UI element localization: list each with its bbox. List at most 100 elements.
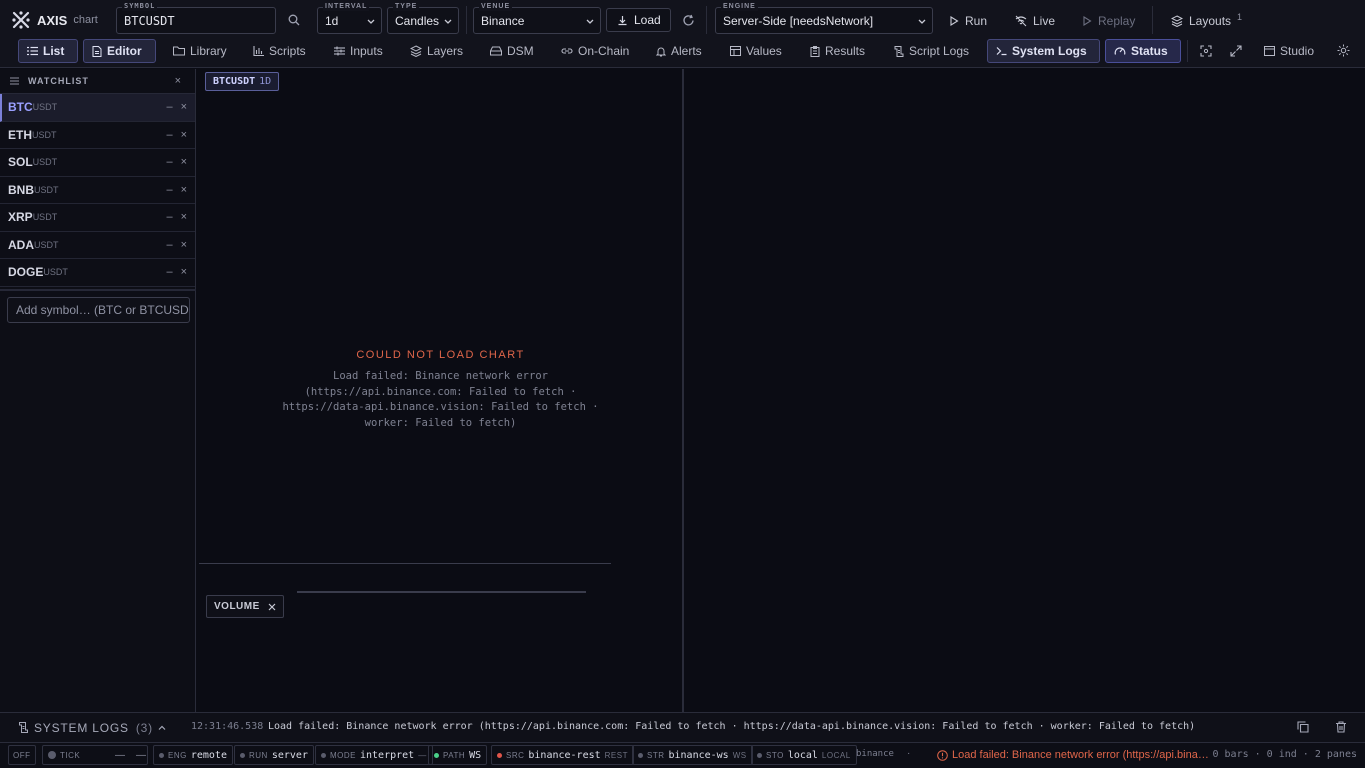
chart-interval: 1D: [259, 76, 272, 87]
divider: [1187, 40, 1188, 62]
minimize-icon[interactable]: –: [166, 266, 172, 278]
live-button[interactable]: Live: [1015, 9, 1055, 32]
tab-dsm[interactable]: DSM: [482, 40, 542, 62]
expand-icon[interactable]: [1230, 45, 1242, 57]
tab-layers[interactable]: Layers: [402, 40, 471, 62]
add-symbol-input[interactable]: [7, 297, 190, 323]
alert-circle-icon: [937, 749, 948, 761]
focus-icon[interactable]: [1200, 45, 1212, 57]
tab-system-logs[interactable]: System Logs: [987, 39, 1100, 63]
search-icon[interactable]: [288, 14, 300, 26]
chevron-down-icon: [367, 17, 375, 25]
type-select[interactable]: TYPE Candles: [387, 2, 459, 34]
mode-value: interpret: [360, 749, 415, 761]
tab-label: System Logs: [1012, 44, 1087, 58]
load-button[interactable]: Load: [606, 8, 671, 32]
tab-label: DSM: [507, 44, 534, 58]
gauge-icon: [1114, 46, 1126, 56]
tab-library[interactable]: Library: [165, 40, 235, 62]
close-icon[interactable]: ×: [181, 101, 187, 113]
tab-label: List: [43, 44, 65, 58]
live-label: Live: [1033, 13, 1056, 28]
studio-button[interactable]: Studio: [1256, 40, 1322, 62]
close-icon[interactable]: ×: [175, 75, 181, 87]
scroll-icon: [18, 722, 29, 733]
src-key: SRC: [506, 750, 525, 760]
watchlist-item-btc[interactable]: BTC USDT – ×: [0, 94, 195, 122]
close-icon[interactable]: [268, 603, 276, 611]
secondary-chart-pane[interactable]: [686, 69, 1365, 712]
tab-scripts[interactable]: Scripts: [245, 40, 314, 62]
tab-values[interactable]: Values: [722, 40, 790, 62]
system-logs-count: (3): [135, 720, 153, 735]
engine-select[interactable]: ENGINE Server-Side [needsNetwork]: [715, 2, 933, 34]
tab-script-logs[interactable]: Script Logs: [886, 40, 977, 62]
close-icon[interactable]: ×: [181, 156, 187, 168]
tab-on-chain[interactable]: On-Chain: [553, 40, 637, 62]
chart-symbol-chip[interactable]: BTCUSDT 1D: [205, 72, 280, 91]
status-dot: [159, 752, 164, 758]
copy-icon[interactable]: [1297, 721, 1309, 733]
minimize-icon[interactable]: –: [166, 101, 172, 113]
sto-value: local: [787, 749, 818, 761]
symbol-quote: USDT: [32, 102, 58, 113]
close-icon[interactable]: ×: [181, 239, 187, 251]
watchlist-item-sol[interactable]: SOL USDT – ×: [0, 149, 195, 177]
tab-editor[interactable]: Editor: [83, 39, 156, 63]
close-icon[interactable]: ×: [181, 211, 187, 223]
refresh-icon[interactable]: [682, 14, 695, 27]
bell-icon: [656, 46, 666, 57]
close-icon[interactable]: ×: [181, 266, 187, 278]
interval-select[interactable]: INTERVAL 1d: [317, 2, 382, 34]
tick-value-2: —: [136, 749, 146, 761]
tab-label: Inputs: [350, 44, 383, 58]
run-value: server: [271, 749, 308, 761]
chart-pane[interactable]: BTCUSDT 1D COULD NOT LOAD CHART Load fai…: [199, 69, 684, 712]
minimize-icon[interactable]: –: [166, 156, 172, 168]
trash-icon[interactable]: [1335, 721, 1347, 733]
tab-list[interactable]: List: [18, 39, 78, 63]
pane-divider[interactable]: [199, 563, 611, 564]
brand-sub: chart: [73, 14, 98, 26]
file-icon: [92, 45, 102, 57]
tab-results[interactable]: Results: [802, 40, 873, 62]
symbol-base: ETH: [8, 127, 32, 142]
close-icon[interactable]: ×: [181, 184, 187, 196]
watchlist-item-bnb[interactable]: BNB USDT – ×: [0, 177, 195, 204]
watchlist-item-eth[interactable]: ETH USDT – ×: [0, 122, 195, 149]
volume-chip[interactable]: VOLUME: [206, 595, 284, 618]
divider: [0, 289, 196, 291]
status-dot: [638, 752, 643, 758]
minimize-icon[interactable]: –: [166, 129, 172, 141]
drive-icon: [490, 46, 502, 56]
replay-button[interactable]: Replay: [1082, 9, 1135, 32]
chart-error-title: COULD NOT LOAD CHART: [356, 349, 525, 361]
watchlist-item-ada[interactable]: ADA USDT – ×: [0, 232, 195, 259]
status-dot: [48, 751, 56, 759]
tab-status[interactable]: Status: [1105, 39, 1181, 63]
tab-alerts[interactable]: Alerts: [648, 40, 710, 62]
venue-status: binance: [856, 749, 894, 759]
symbol-input[interactable]: SYMBOL BTCUSDT: [116, 2, 276, 34]
list-icon: [27, 46, 38, 56]
tab-inputs[interactable]: Inputs: [326, 40, 391, 62]
status-dot: [434, 752, 439, 758]
type-value: Candles: [395, 13, 440, 28]
layouts-button[interactable]: Layouts 1: [1171, 9, 1242, 32]
off-toggle[interactable]: OFF: [8, 745, 36, 765]
run-button[interactable]: Run: [949, 9, 987, 32]
system-logs-toggle[interactable]: SYSTEM LOGS (3): [0, 721, 166, 735]
symbol-quote: USDT: [32, 129, 57, 140]
theme-sun-icon[interactable]: [1337, 44, 1350, 57]
close-icon[interactable]: ×: [181, 129, 187, 141]
status-error[interactable]: Load failed: Binance network error (http…: [937, 749, 1212, 761]
minimize-icon[interactable]: –: [166, 184, 172, 196]
watchlist-item-xrp[interactable]: XRP USDT – ×: [0, 204, 195, 232]
volume-baseline: [297, 591, 586, 593]
venue-select[interactable]: VENUE Binance: [473, 2, 601, 34]
minimize-icon[interactable]: –: [166, 239, 172, 251]
menu-icon[interactable]: [10, 77, 19, 85]
watchlist-item-doge[interactable]: DOGE USDT – ×: [0, 259, 195, 287]
minimize-icon[interactable]: –: [166, 211, 172, 223]
src-tag: REST: [604, 750, 628, 760]
